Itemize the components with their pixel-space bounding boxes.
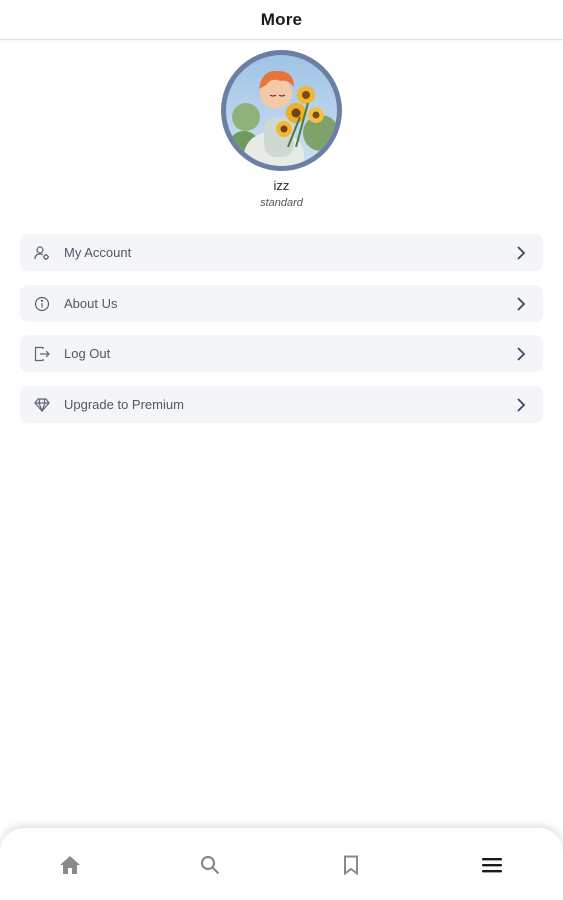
nav-bookmark-button[interactable] <box>331 850 371 880</box>
menu-item-label: My Account <box>64 245 132 260</box>
app-header: More <box>0 0 563 40</box>
menu-item-label: Log Out <box>64 346 111 361</box>
search-icon <box>200 855 220 875</box>
chevron-right-icon <box>499 335 543 372</box>
menu-item-label: About Us <box>64 296 118 311</box>
bottom-navigation <box>0 828 563 900</box>
avatar[interactable] <box>221 50 342 171</box>
home-icon <box>60 856 80 874</box>
nav-search-button[interactable] <box>190 850 230 880</box>
menu-item-about-us[interactable]: About Us <box>20 285 543 322</box>
logout-icon <box>20 335 64 372</box>
account-icon <box>20 234 64 271</box>
nav-menu-button[interactable] <box>472 850 512 880</box>
chevron-right-icon <box>499 285 543 322</box>
menu-icon <box>482 858 502 873</box>
bookmark-icon <box>344 855 358 875</box>
menu-item-label: Upgrade to Premium <box>64 397 184 412</box>
menu-item-my-account[interactable]: My Account <box>20 234 543 271</box>
menu-item-upgrade-premium[interactable]: Upgrade to Premium <box>20 386 543 423</box>
diamond-icon <box>20 386 64 423</box>
avatar-illustration <box>226 55 337 166</box>
nav-home-button[interactable] <box>50 850 90 880</box>
menu-item-log-out[interactable]: Log Out <box>20 335 543 372</box>
info-icon <box>20 285 64 322</box>
page-title: More <box>260 9 303 29</box>
chevron-right-icon <box>499 386 543 423</box>
username: izz <box>273 178 290 193</box>
more-screen: More izz standard My Account About Us Lo… <box>0 0 563 900</box>
chevron-right-icon <box>499 234 543 271</box>
plan-label: standard <box>260 197 303 209</box>
